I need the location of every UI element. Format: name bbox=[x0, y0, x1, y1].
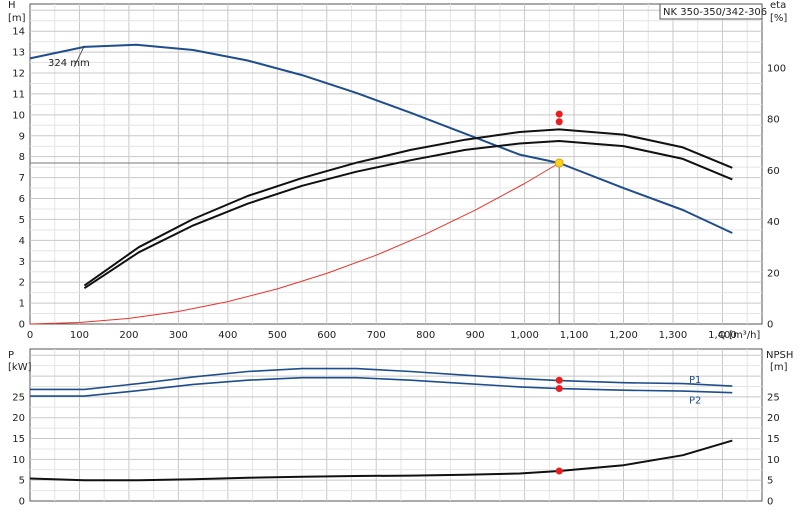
eta-tick-label: 20 bbox=[767, 268, 780, 279]
power-tick-label: 5 bbox=[19, 476, 25, 487]
head-tick-label: 12 bbox=[12, 69, 25, 80]
model-label: NK 350-350/342-306 bbox=[663, 7, 767, 18]
flow-tick-label: 1,300 bbox=[659, 330, 688, 341]
flow-tick-label: 800 bbox=[416, 330, 435, 341]
p1-series-label: P1 bbox=[689, 375, 701, 386]
power-tick-label: 15 bbox=[12, 434, 25, 445]
flow-tick-label: 900 bbox=[466, 330, 485, 341]
head-axis-unit: [m] bbox=[8, 13, 26, 24]
flow-tick-label: 700 bbox=[367, 330, 386, 341]
flow-tick-label: 200 bbox=[119, 330, 138, 341]
npsh-tick-label: 0 bbox=[767, 497, 773, 508]
power-axis-label: P bbox=[8, 350, 14, 361]
head-duty-marker bbox=[554, 158, 564, 168]
head-tick-label: 5 bbox=[19, 215, 25, 226]
npsh-axis-label: NPSH bbox=[766, 350, 793, 361]
npsh-tick-label: 25 bbox=[767, 392, 780, 403]
impeller-annotation: 324 mm bbox=[48, 58, 90, 69]
npsh-axis-unit: [m] bbox=[770, 362, 788, 373]
power-tick-label: 25 bbox=[12, 392, 25, 403]
eta-tick-label: 0 bbox=[767, 320, 773, 331]
eta-axis-unit: [%] bbox=[770, 13, 787, 24]
flow-tick-label: 500 bbox=[268, 330, 287, 341]
head-axis-label: H bbox=[8, 0, 16, 11]
npsh-tick-label: 15 bbox=[767, 434, 780, 445]
eta-duty-marker bbox=[555, 110, 563, 118]
head-tick-label: 11 bbox=[12, 89, 25, 100]
eta-tick-label: 40 bbox=[767, 217, 780, 228]
head-tick-label: 8 bbox=[19, 152, 25, 163]
head-tick-label: 10 bbox=[12, 110, 25, 121]
head-tick-label: 1 bbox=[19, 299, 25, 310]
head-tick-label: 0 bbox=[19, 320, 25, 331]
flow-axis-label: Q [m³/h] bbox=[718, 330, 760, 341]
head-tick-label: 13 bbox=[12, 48, 25, 59]
npsh-tick-label: 10 bbox=[767, 455, 780, 466]
eta-tick-label: 60 bbox=[767, 166, 780, 177]
head-tick-label: 2 bbox=[19, 278, 25, 289]
head-tick-label: 9 bbox=[19, 131, 25, 142]
power-tick-label: 20 bbox=[12, 413, 25, 424]
flow-tick-label: 1,000 bbox=[510, 330, 539, 341]
eta-tick-label: 100 bbox=[767, 64, 786, 75]
flow-tick-label: 100 bbox=[70, 330, 89, 341]
flow-tick-label: 400 bbox=[218, 330, 237, 341]
pump-curve-chart: 012345678910111213140204060801000 100 200 3… bbox=[8, 0, 793, 508]
head-tick-label: 14 bbox=[12, 27, 25, 38]
eta-axis-label: eta bbox=[770, 0, 786, 11]
flow-tick-label: 1,100 bbox=[560, 330, 589, 341]
npsh-duty-marker bbox=[555, 467, 563, 475]
power-tick-label: 10 bbox=[12, 455, 25, 466]
head-tick-label: 6 bbox=[19, 194, 25, 205]
power-axis-unit: [kW] bbox=[8, 362, 32, 373]
head-tick-label: 3 bbox=[19, 257, 25, 268]
p2-series-label: P2 bbox=[689, 396, 701, 407]
npsh-tick-label: 20 bbox=[767, 413, 780, 424]
flow-tick-label: 600 bbox=[317, 330, 336, 341]
eta-duty-marker bbox=[555, 118, 563, 126]
power-tick-label: 0 bbox=[19, 497, 25, 508]
p2-duty-marker bbox=[555, 385, 563, 393]
eta-tick-label: 80 bbox=[767, 115, 780, 126]
flow-tick-label: 1,200 bbox=[609, 330, 638, 341]
head-tick-label: 7 bbox=[19, 173, 25, 184]
bottom-plot-frame bbox=[29, 348, 763, 502]
flow-tick-label: 0 bbox=[27, 330, 33, 341]
flow-tick-label: 300 bbox=[169, 330, 188, 341]
npsh-tick-label: 5 bbox=[767, 476, 773, 487]
p1-duty-marker bbox=[555, 376, 563, 384]
head-tick-label: 4 bbox=[19, 236, 25, 247]
